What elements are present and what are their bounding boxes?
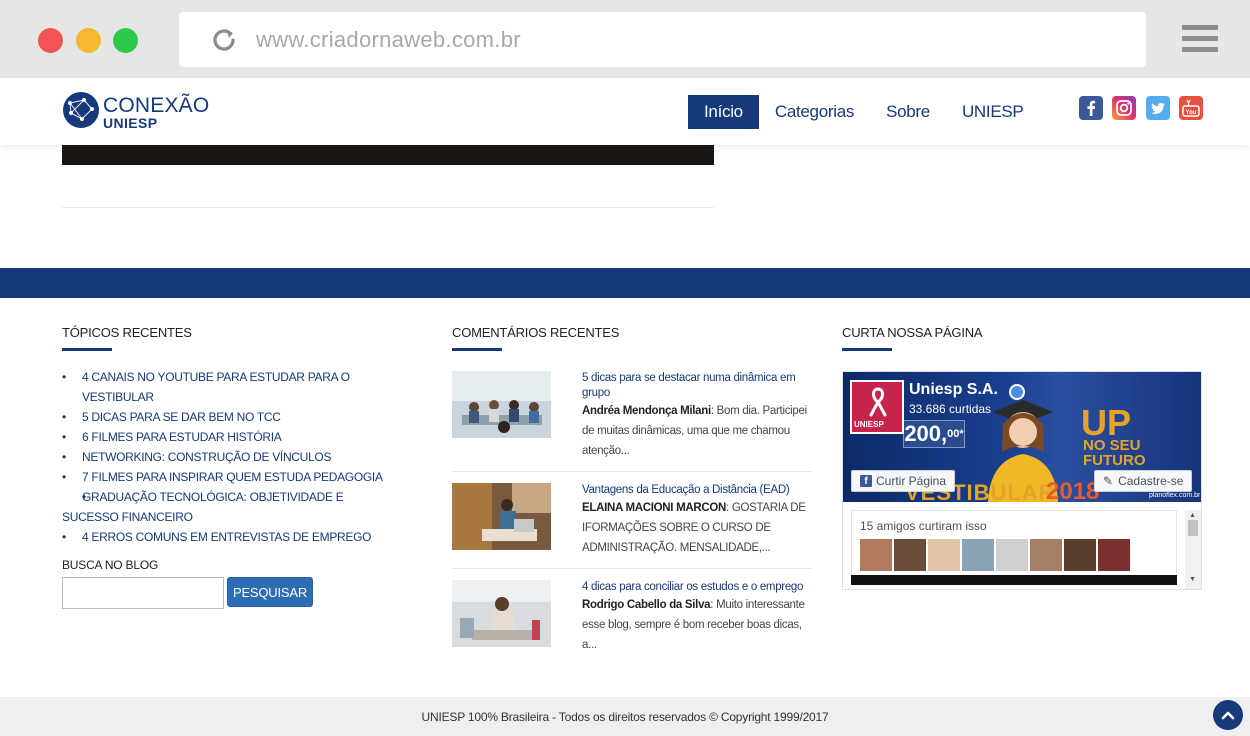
footer-band	[0, 268, 1250, 298]
comment-thumbnail[interactable]	[452, 483, 551, 550]
topic-link[interactable]: 7 FILMES PARA INSPIRAR QUEM ESTUDA PEDAG…	[62, 467, 392, 487]
topic-link[interactable]: 4 CANAIS NO YOUTUBE PARA ESTUDAR PARA O …	[62, 367, 392, 407]
facebook-logo-text: UNIESP	[854, 420, 884, 429]
facebook-like-label: Curtir Página	[876, 474, 947, 488]
comment-author: Andréa Mendonça Milani	[582, 405, 711, 417]
back-to-top-button[interactable]	[1213, 700, 1243, 730]
facebook-likes-count: 33.686 curtidas	[909, 402, 992, 416]
nav-inicio[interactable]: Início	[688, 95, 759, 129]
facebook-underline	[842, 348, 892, 351]
chevron-up-icon	[1221, 711, 1235, 720]
comment-text: Rodrigo Cabello da Silva: Muito interess…	[582, 599, 805, 651]
friend-avatar[interactable]	[1030, 539, 1062, 571]
nav-uniesp[interactable]: UNIESP	[946, 95, 1040, 129]
comment-text: Andréa Mendonça Milani: Bom dia. Partici…	[582, 405, 807, 457]
minimize-window-button[interactable]	[76, 28, 101, 53]
comment-thumbnail[interactable]	[452, 580, 551, 647]
facebook-friends-box: 15 amigos curtiram isso	[851, 510, 1177, 584]
facebook-cover-slogan: NO SEU FUTURO	[1083, 437, 1146, 469]
search-button[interactable]: PESQUISAR	[227, 577, 313, 607]
comment-author: Rodrigo Cabello da Silva	[582, 599, 711, 611]
close-window-button[interactable]	[38, 28, 63, 53]
topic-link[interactable]: 5 DICAS PARA SE DAR BEM NO TCC	[62, 407, 392, 427]
nav-sobre[interactable]: Sobre	[870, 95, 946, 129]
facebook-cover-year: 2018	[1046, 478, 1100, 502]
comment-thumbnail[interactable]	[452, 371, 551, 438]
facebook-page-logo[interactable]: UNIESP	[850, 380, 904, 434]
friend-avatar[interactable]	[996, 539, 1028, 571]
friend-avatar[interactable]	[860, 539, 892, 571]
nav-categorias[interactable]: Categorias	[759, 95, 870, 129]
facebook-cover-site: planoflex.com.br	[1149, 492, 1201, 499]
facebook-icon[interactable]	[1079, 96, 1103, 120]
site-logo[interactable]: CONEXÃO UNIESP	[62, 91, 212, 131]
url-text[interactable]: www.criadornaweb.com.br	[256, 27, 521, 53]
comment-post-title[interactable]: 5 dicas para se destacar numa dinâmica e…	[582, 371, 814, 401]
comment-item: 4 dicas para conciliar os estudos e o em…	[452, 580, 814, 651]
friend-avatar[interactable]	[894, 539, 926, 571]
menu-icon[interactable]	[1182, 25, 1218, 53]
search-label: BUSCA NO BLOG	[62, 558, 159, 572]
facebook-icon: f	[860, 475, 872, 487]
scroll-down-arrow-icon[interactable]: ▼	[1189, 576, 1196, 583]
logo-subtitle: UNIESP	[103, 115, 158, 131]
facebook-cover[interactable]: 200, 00* UP NO SEU FUTURO VESTIBULAR 2018 …	[843, 372, 1201, 502]
address-bar[interactable]: www.criadornaweb.com.br	[179, 12, 1146, 67]
comment-post-title[interactable]: Vantagens da Educação a Distância (EAD)	[582, 483, 814, 498]
friend-avatar[interactable]	[1064, 539, 1096, 571]
bottom-footer: UNIESP 100% Brasileira - Todos os direit…	[0, 697, 1250, 736]
facebook-page-name[interactable]: Uniesp S.A.	[909, 381, 998, 399]
comment-divider	[452, 568, 812, 569]
scroll-up-arrow-icon[interactable]: ▲	[1189, 512, 1196, 519]
facebook-title: CURTA NOSSA PÁGINA	[842, 325, 983, 340]
comment-post-title[interactable]: 4 dicas para conciliar os estudos e o em…	[582, 580, 814, 595]
comment-item: 5 dicas para se destacar numa dinâmica e…	[452, 371, 812, 461]
facebook-signup-button[interactable]: ✎ Cadastre-se	[1094, 470, 1193, 492]
facebook-signup-label: Cadastre-se	[1118, 474, 1184, 488]
topics-underline	[62, 348, 112, 351]
friend-avatar[interactable]	[1098, 539, 1130, 571]
topics-list: 4 CANAIS NO YOUTUBE PARA ESTUDAR PARA O …	[62, 367, 392, 547]
comment-author: ELAINA MACIONI MARCON	[582, 502, 727, 514]
ribbon-icon	[869, 387, 887, 417]
pencil-icon: ✎	[1103, 474, 1114, 488]
topic-link[interactable]: GRADUAÇÃO TECNOLÓGICA: OBJETIVIDADE E SU…	[62, 487, 392, 527]
comment-item: Vantagens da Educação a Distância (EAD) …	[452, 483, 812, 563]
comment-text: ELAINA MACIONI MARCON: GOSTARIA DE IFORM…	[582, 502, 806, 554]
site-header: CONEXÃO UNIESP Início Categorias Sobre U…	[0, 78, 1250, 145]
facebook-feed-strip	[851, 575, 1177, 585]
comments-underline	[452, 348, 502, 351]
comment-divider	[452, 471, 812, 472]
topic-link[interactable]: 4 ERROS COMUNS EM ENTREVISTAS DE EMPREGO	[62, 527, 392, 547]
main-nav: Início Categorias Sobre UNIESP	[688, 95, 1039, 129]
facebook-like-button[interactable]: f Curtir Página	[851, 470, 956, 492]
topic-link[interactable]: NETWORKING: CONSTRUÇÃO DE VÍNCULOS	[62, 447, 392, 467]
scrollbar-thumb[interactable]	[1188, 520, 1198, 536]
youtube-icon[interactable]: You	[1179, 96, 1203, 120]
facebook-scrollbar[interactable]: ▲ ▼	[1185, 510, 1201, 589]
comments-title: COMENTÁRIOS RECENTES	[452, 325, 620, 340]
maximize-window-button[interactable]	[113, 28, 138, 53]
divider	[62, 207, 714, 208]
friend-avatar[interactable]	[928, 539, 960, 571]
topics-title: TÓPICOS RECENTES	[62, 325, 192, 340]
instagram-icon[interactable]	[1112, 96, 1136, 120]
friend-avatar[interactable]	[962, 539, 994, 571]
facebook-page-widget: 200, 00* UP NO SEU FUTURO VESTIBULAR 2018 …	[842, 371, 1202, 590]
verified-badge-icon	[1009, 384, 1025, 400]
twitter-icon[interactable]	[1146, 96, 1170, 120]
globe-logo-icon	[63, 92, 99, 128]
browser-toolbar: www.criadornaweb.com.br	[0, 0, 1250, 78]
topic-link[interactable]: 6 FILMES PARA ESTUDAR HISTÓRIA	[62, 427, 392, 447]
svg-text:You: You	[1186, 110, 1197, 116]
copyright-text: UNIESP 100% Brasileira - Todos os direit…	[421, 710, 829, 724]
facebook-cover-price: 200, 00*	[903, 420, 965, 448]
reload-icon[interactable]	[209, 25, 239, 55]
facebook-friends-text: 15 amigos curtiram isso	[860, 519, 987, 533]
search-input[interactable]	[62, 577, 224, 609]
post-image	[62, 145, 714, 165]
